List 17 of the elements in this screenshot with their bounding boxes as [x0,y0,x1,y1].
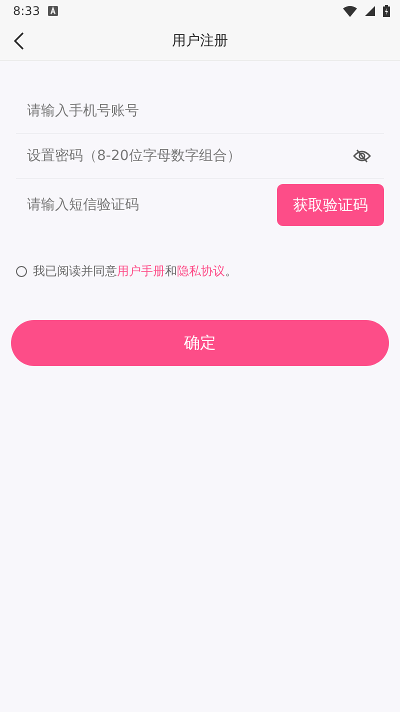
signal-icon [365,6,375,16]
wifi-icon [343,6,357,16]
confirm-button[interactable]: 确定 [11,320,389,366]
back-icon[interactable] [14,32,24,50]
agree-checkbox[interactable] [16,266,27,277]
get-code-button[interactable]: 获取验证码 [277,184,384,226]
agreement-link[interactable]: 用户手册 [117,264,165,278]
password-field[interactable]: 设置密码（8-20位字母数字组合） [16,141,353,171]
code-field[interactable]: 请输入短信验证码 [16,190,277,220]
status-time: 8:33 [13,4,40,18]
notification-icon [48,6,58,16]
phone-field[interactable]: 请输入手机号账号 [16,96,384,126]
page-title: 用户注册 [171,32,229,50]
agreement-link[interactable]: 隐私协议 [177,264,225,278]
agreement-text: 我已阅读并同意用户手册和隐私协议。 [33,263,237,280]
eye-hidden-icon[interactable] [353,149,371,163]
battery-icon [383,5,390,17]
